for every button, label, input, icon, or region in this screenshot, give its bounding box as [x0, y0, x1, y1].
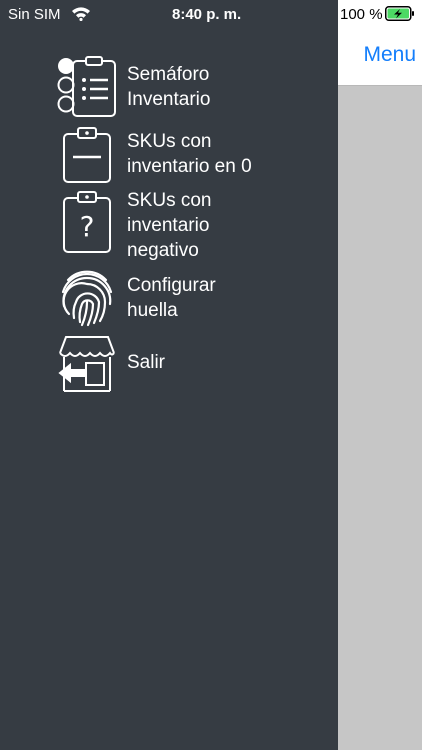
menu-item-label: Salir: [127, 352, 166, 373]
battery-percentage: 100 %: [340, 6, 383, 23]
menu-item-label: SKUs con inventario en 0: [127, 131, 252, 177]
menu-item-skus-inventario-negativo[interactable]: ? SKUs con inventario negativo: [56, 188, 326, 263]
side-drawer: Semáforo Inventario SKUs con inventario …: [0, 0, 338, 750]
menu-item-label: Configurar huella: [127, 275, 216, 321]
menu-item-semaforo-inventario[interactable]: Semáforo Inventario: [56, 56, 326, 123]
wifi-icon: [71, 5, 91, 25]
status-bar: Sin SIM 8:40 p. m. 100 %: [0, 0, 422, 28]
main-content-area: [338, 86, 422, 750]
status-time: 8:40 p. m.: [172, 6, 242, 23]
menu-item-label: SKUs con inventario negativo: [127, 190, 212, 261]
menu-item-label: Semáforo Inventario: [127, 64, 211, 110]
clipboard-question-icon: ?: [56, 188, 118, 259]
store-exit-icon: [56, 333, 118, 398]
carrier-label: Sin SIM: [8, 6, 61, 23]
clipboard-empty-icon: [56, 126, 118, 189]
battery-charging-icon: [385, 6, 415, 25]
traffic-light-checklist-icon: [56, 56, 118, 123]
menu-item-configurar-huella[interactable]: Configurar huella: [56, 266, 326, 333]
menu-item-skus-inventario-cero[interactable]: SKUs con inventario en 0: [56, 126, 326, 189]
fingerprint-icon: [56, 266, 118, 333]
svg-text:?: ?: [80, 210, 95, 243]
menu-link[interactable]: Menu: [363, 43, 416, 67]
menu-item-salir[interactable]: Salir: [56, 333, 326, 398]
